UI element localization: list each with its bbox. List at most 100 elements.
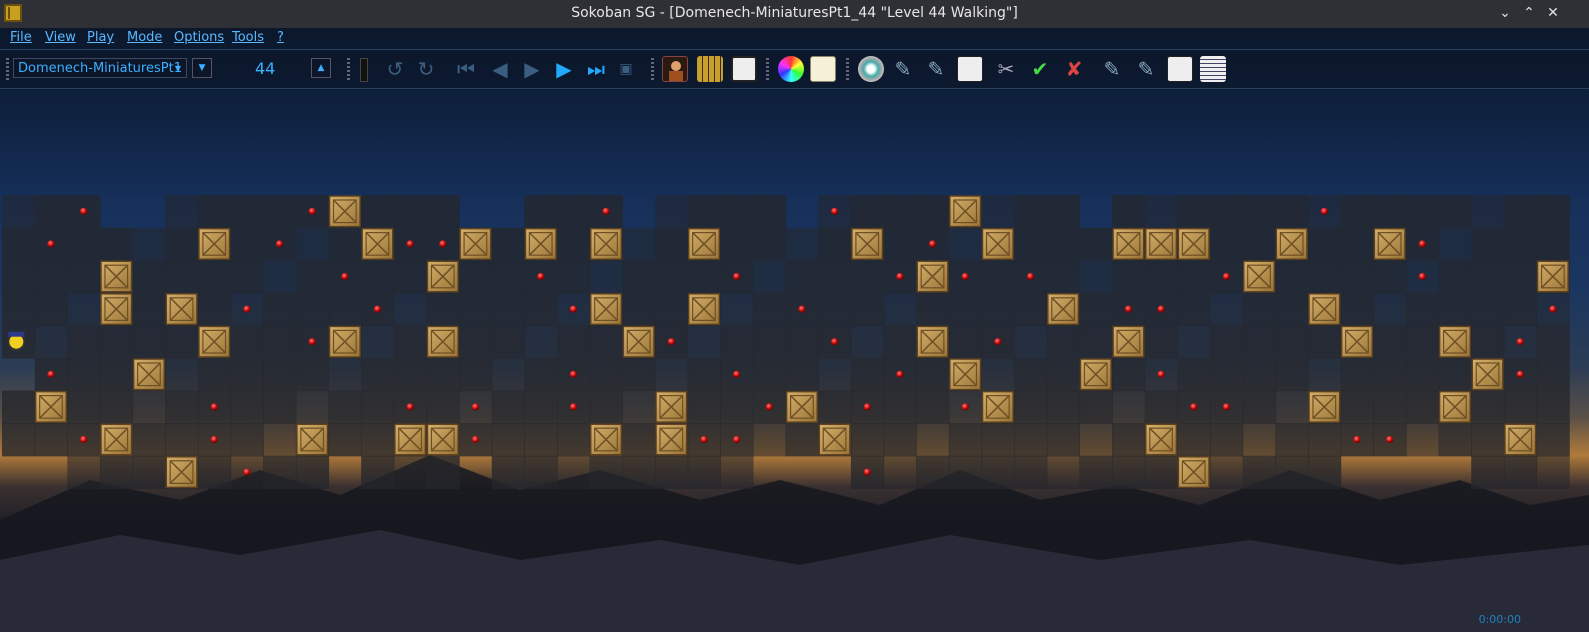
export-icon[interactable]: ✎	[1099, 56, 1125, 82]
floor-tile	[1275, 358, 1309, 392]
toolbar-grip[interactable]	[347, 58, 350, 80]
step-icon[interactable]: ▶	[519, 56, 545, 82]
collection-select[interactable]: Domenech-MiniaturesPt1 ▼	[13, 58, 187, 78]
floor-tile	[785, 423, 819, 457]
redo-icon[interactable]: ↻	[413, 56, 439, 82]
check-icon[interactable]: ✔	[1027, 56, 1053, 82]
maximize-button[interactable]: ⌃	[1519, 3, 1539, 23]
floor-tile	[1014, 195, 1048, 229]
solver-opt-icon[interactable]: ✎	[923, 56, 949, 82]
floor-tile	[34, 195, 68, 229]
floor-tile	[981, 423, 1015, 457]
floor-tile	[687, 195, 721, 229]
floor-tile	[850, 292, 885, 326]
floor-tile	[1405, 358, 1440, 392]
crate	[851, 227, 884, 260]
floor-tile	[132, 260, 166, 294]
floor-tile	[165, 390, 199, 424]
goal-marker	[243, 305, 251, 313]
tools-icon[interactable]: ✂	[993, 56, 1019, 82]
toolbar-grip[interactable]	[651, 58, 654, 80]
floor-tile	[1308, 358, 1342, 392]
close-button[interactable]: ✕	[1543, 3, 1563, 23]
save-icon[interactable]: ▣	[613, 56, 639, 82]
player-skin-icon[interactable]	[662, 56, 688, 82]
floor-tile	[1275, 325, 1309, 359]
toolbar-grip[interactable]	[766, 58, 769, 80]
floor-tile	[1242, 423, 1276, 457]
floor-tile	[2, 423, 36, 457]
error-icon[interactable]: ✘	[1061, 56, 1087, 82]
floor-tile	[491, 358, 525, 392]
floor-tile	[916, 292, 950, 326]
target-icon[interactable]	[858, 56, 884, 82]
floor-tile	[687, 325, 721, 359]
floor-tile	[1471, 455, 1505, 489]
floor-tile	[752, 195, 787, 229]
sokoban-board[interactable]	[0, 0, 1589, 632]
menu-options[interactable]: Options	[174, 30, 224, 45]
floor-tile	[850, 195, 885, 229]
menu-mode[interactable]: Mode	[127, 30, 162, 45]
floor-tile	[1079, 260, 1113, 294]
crate	[1177, 456, 1210, 489]
crate	[1112, 325, 1145, 358]
crate	[34, 390, 68, 423]
floor-tile	[655, 227, 689, 261]
copy-icon[interactable]	[1167, 56, 1193, 82]
replay-icon[interactable]: ▶	[551, 56, 577, 82]
crate	[655, 423, 688, 456]
speed-slider[interactable]	[360, 58, 368, 82]
floor-tile	[1014, 390, 1048, 424]
notes-icon[interactable]	[810, 56, 836, 82]
floor-tile	[230, 358, 264, 392]
collection-name: Domenech-MiniaturesPt1	[18, 61, 182, 76]
document-icon[interactable]	[1200, 56, 1226, 82]
edit-icon[interactable]	[957, 56, 983, 82]
floor-tile	[67, 390, 101, 424]
menu-view[interactable]: View	[45, 30, 76, 45]
grid-icon[interactable]	[697, 56, 723, 82]
floor-tile	[1046, 325, 1081, 359]
toolbar-grip[interactable]	[6, 58, 9, 80]
level-up-button[interactable]: ▲	[311, 58, 331, 78]
floor-tile	[1471, 325, 1505, 359]
floor-tile	[99, 455, 134, 489]
export-opt-icon[interactable]: ✎	[1133, 56, 1159, 82]
menu-file[interactable]: File	[10, 30, 32, 45]
collection-dropdown-button[interactable]: ▼	[192, 58, 212, 78]
floor-tile	[1210, 358, 1244, 392]
floor-tile	[1210, 292, 1244, 326]
floor-tile	[2, 227, 36, 261]
floor-tile	[67, 260, 101, 294]
crate	[622, 325, 655, 358]
toolbar-grip[interactable]	[846, 58, 849, 80]
solver-icon[interactable]: ✎	[890, 56, 916, 82]
goal-marker	[210, 435, 218, 444]
player	[7, 331, 26, 351]
crate	[949, 195, 982, 228]
floor-tile	[230, 195, 264, 229]
floor-tile	[1405, 325, 1440, 359]
last-move-icon[interactable]: ⏭	[583, 56, 609, 82]
menu-play[interactable]: Play	[87, 30, 114, 45]
undo-icon[interactable]: ↺	[382, 56, 408, 82]
menu-help[interactable]: ?	[277, 30, 284, 45]
floor-tile	[491, 455, 525, 489]
menu-tools[interactable]: Tools	[232, 30, 264, 45]
color-wheel-icon[interactable]	[778, 56, 804, 82]
floor-tile	[1046, 227, 1081, 261]
floor-tile	[1373, 292, 1407, 326]
level-number-field[interactable]: 44	[255, 59, 275, 78]
crate	[1242, 260, 1276, 293]
minimize-button[interactable]: ⌄	[1495, 3, 1515, 23]
floor-tile	[295, 260, 330, 294]
floor-tile	[720, 195, 754, 229]
previous-move-icon[interactable]: ◀	[487, 56, 513, 82]
floor-tile	[1275, 423, 1309, 457]
floor-tile	[1079, 292, 1113, 326]
floor-tile	[1438, 292, 1472, 326]
goal-marker	[765, 403, 773, 411]
pages-icon[interactable]	[731, 56, 757, 82]
first-move-icon[interactable]: ⏮	[453, 56, 479, 82]
